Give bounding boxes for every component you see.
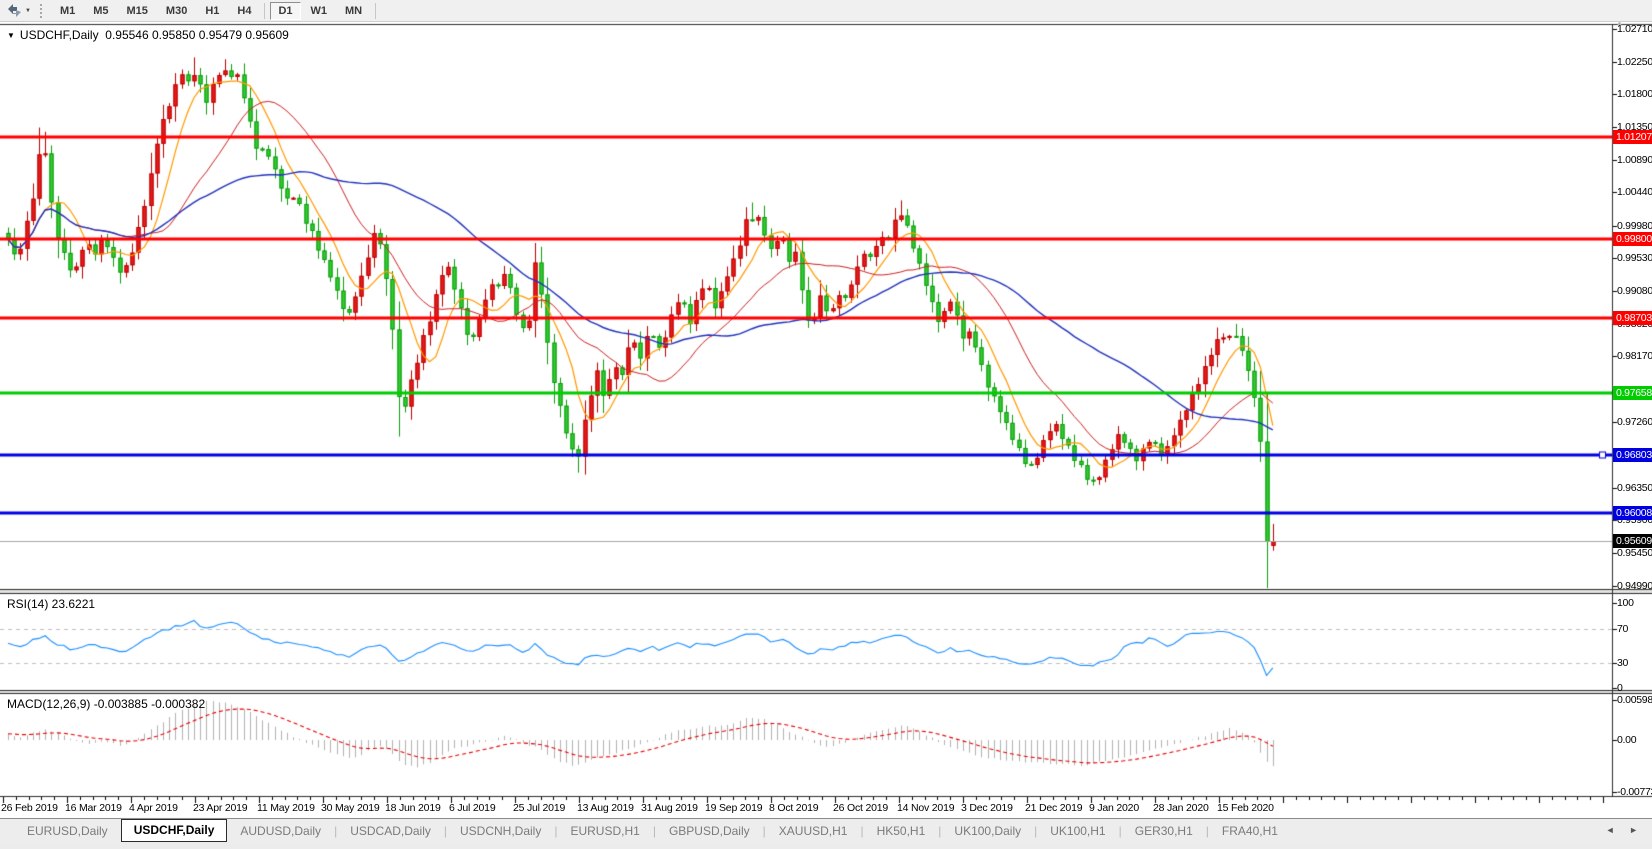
chart-tab-eurusd-daily[interactable]: EURUSD,Daily <box>14 821 121 841</box>
timeframe-button-h4[interactable]: H4 <box>229 2 259 20</box>
price-tick-label: 0.99080 <box>1613 284 1652 298</box>
hline-price-label: 1.01207 <box>1613 130 1652 144</box>
price-chart-canvas[interactable] <box>0 0 1652 849</box>
date-label: 26 Feb 2019 <box>1 802 58 814</box>
date-label: 11 May 2019 <box>257 802 315 814</box>
date-label: 15 Feb 2020 <box>1217 802 1274 814</box>
chart-tabs-bar: EURUSD,DailyUSDCHF,DailyAUDUSD,Daily|USD… <box>0 818 1652 843</box>
chevron-down-icon: ▼ <box>25 8 31 14</box>
hline-price-label: 0.98703 <box>1613 311 1652 325</box>
date-label: 9 Jan 2020 <box>1089 802 1139 814</box>
chart-tab-usdchf-daily[interactable]: USDCHF,Daily <box>121 819 228 842</box>
price-tick-label: 1.00440 <box>1613 185 1652 199</box>
chart-tab-audusd-daily[interactable]: AUDUSD,Daily <box>227 821 334 841</box>
date-label: 14 Nov 2019 <box>897 802 954 814</box>
date-label: 25 Jul 2019 <box>513 802 565 814</box>
timeframe-toolbar: ▼ M1M5M15M30H1H4 D1W1MN <box>0 0 1652 22</box>
chart-tab-usdcnh-daily[interactable]: USDCNH,Daily <box>447 821 554 841</box>
timeframe-button-m15[interactable]: M15 <box>119 2 156 20</box>
timeframe-button-h1[interactable]: H1 <box>197 2 227 20</box>
date-label: 30 May 2019 <box>321 802 380 814</box>
price-tick-label: 0.99980 <box>1613 219 1652 233</box>
price-tick-label: 0.94990 <box>1613 579 1652 593</box>
chart-tab-usdcad-daily[interactable]: USDCAD,Daily <box>337 821 444 841</box>
rsi-tick-label: 30 <box>1613 656 1652 670</box>
hline-price-label: 0.96803 <box>1613 448 1652 462</box>
toolbar-separator <box>375 3 376 19</box>
chart-title-collapse-icon[interactable]: ▼ <box>7 31 15 40</box>
price-tick-label: 1.00890 <box>1613 153 1652 167</box>
chart-tab-ger30-h1[interactable]: GER30,H1 <box>1122 821 1206 841</box>
status-strip <box>0 842 1652 849</box>
timeframe-button-mn[interactable]: MN <box>337 2 370 20</box>
chart-tab-uk100-daily[interactable]: UK100,Daily <box>941 821 1034 841</box>
current-price-label: 0.95609 <box>1613 534 1652 548</box>
tab-scroll-arrows[interactable]: ◄ ► <box>1606 825 1644 835</box>
price-tick-label: 0.98170 <box>1613 349 1652 363</box>
timeframe-buttons: M1M5M15M30H1H4 D1W1MN <box>51 2 380 20</box>
rsi-tick-label: 70 <box>1613 622 1652 636</box>
date-label: 26 Oct 2019 <box>833 802 888 814</box>
date-axis[interactable]: 26 Feb 2019 16 Mar 2019 4 Apr 2019 23 Apr 2… <box>0 796 1652 818</box>
price-tick-label: 0.96350 <box>1613 481 1652 495</box>
chart-tab-hk50-h1[interactable]: HK50,H1 <box>864 821 939 841</box>
chart-ohlc-values: 0.95546 0.95850 0.95479 0.95609 <box>105 28 289 42</box>
chart-tab-gbpusd-daily[interactable]: GBPUSD,Daily <box>656 821 763 841</box>
date-label: 21 Dec 2019 <box>1025 802 1082 814</box>
date-label: 4 Apr 2019 <box>129 802 178 814</box>
timeframe-button-m1[interactable]: M1 <box>52 2 83 20</box>
date-label: 31 Aug 2019 <box>641 802 698 814</box>
date-label: 23 Apr 2019 <box>193 802 247 814</box>
price-tick-label: 0.97260 <box>1613 415 1652 429</box>
chart-tab-eurusd-h1[interactable]: EURUSD,H1 <box>557 821 652 841</box>
date-label: 3 Dec 2019 <box>961 802 1013 814</box>
timeframe-button-m30[interactable]: M30 <box>158 2 195 20</box>
price-tick-label: 1.01800 <box>1613 87 1652 101</box>
chart-title: ▼ USDCHF,Daily 0.95546 0.95850 0.95479 0.… <box>7 28 289 42</box>
macd-tick-label: 0.00 <box>1613 733 1652 747</box>
price-tick-label: 0.99530 <box>1613 251 1652 265</box>
arrange-charts-icon <box>7 4 22 17</box>
macd-tick-label: 0.005986 <box>1613 693 1652 707</box>
timeframe-button-d1[interactable]: D1 <box>270 2 300 20</box>
date-label: 16 Mar 2019 <box>65 802 122 814</box>
chart-tab-uk100-h1[interactable]: UK100,H1 <box>1037 821 1118 841</box>
mt4-terminal: { "toolbar": { "timeframe_buttons": ["M1… <box>0 0 1652 849</box>
date-label: 6 Jul 2019 <box>449 802 495 814</box>
toolbar-separator <box>264 3 265 19</box>
chart-symbol-label: USDCHF,Daily <box>20 28 99 42</box>
price-axis[interactable]: ▲ 1.027101.022501.018001.013501.008901.0… <box>1613 21 1652 796</box>
date-label: 18 Jun 2019 <box>385 802 441 814</box>
toolbar-grip[interactable] <box>40 4 45 18</box>
date-label: 8 Oct 2019 <box>769 802 818 814</box>
date-label: 13 Aug 2019 <box>577 802 634 814</box>
hline-price-label: 0.97658 <box>1613 386 1652 400</box>
date-label: 19 Sep 2019 <box>705 802 762 814</box>
price-tick-label: 1.02710 <box>1613 22 1652 36</box>
timeframe-button-m5[interactable]: M5 <box>85 2 116 20</box>
arrange-charts-button[interactable]: ▼ <box>5 3 33 18</box>
timeframe-button-w1[interactable]: W1 <box>303 2 336 20</box>
rsi-tick-label: 100 <box>1613 596 1652 610</box>
date-label: 28 Jan 2020 <box>1153 802 1209 814</box>
hline-price-label: 0.96008 <box>1613 506 1652 520</box>
price-tick-label: 1.02250 <box>1613 55 1652 69</box>
rsi-indicator-label: RSI(14) 23.6221 <box>7 597 95 611</box>
hline-price-label: 0.99800 <box>1613 232 1652 246</box>
macd-indicator-label: MACD(12,26,9) -0.003885 -0.000382 <box>7 697 205 711</box>
chart-tab-xauusd-h1[interactable]: XAUUSD,H1 <box>766 821 861 841</box>
chart-tab-fra40-h1[interactable]: FRA40,H1 <box>1209 821 1291 841</box>
